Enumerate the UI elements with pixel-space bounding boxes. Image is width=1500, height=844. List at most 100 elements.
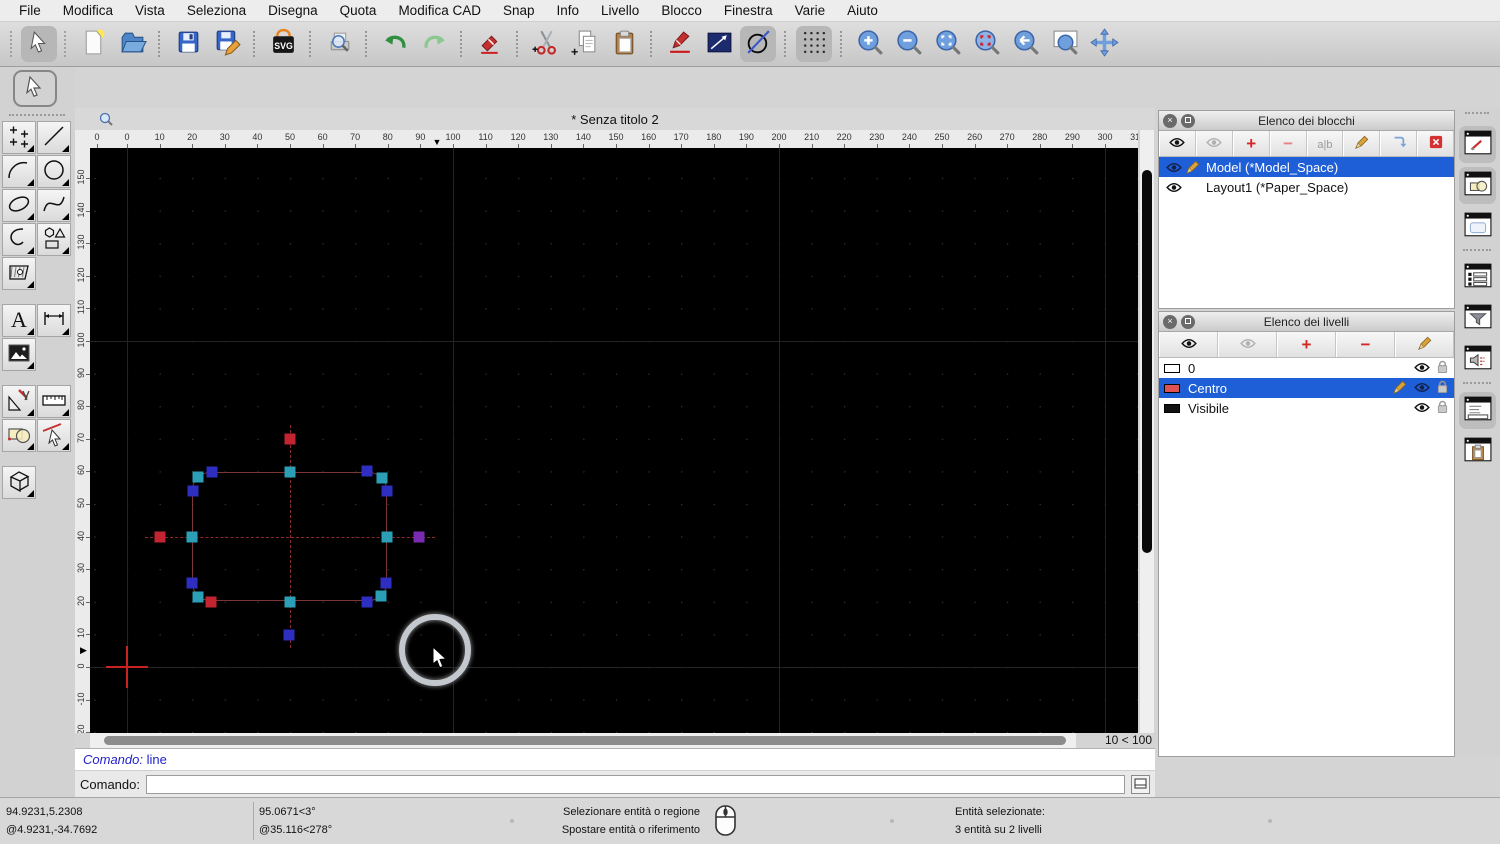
zoom-in-button[interactable]: [852, 26, 888, 62]
hatch-tool-button[interactable]: [2, 257, 36, 290]
layer-row[interactable]: Centro: [1159, 378, 1454, 398]
menu-vista[interactable]: Vista: [124, 3, 176, 18]
layers-eye-gray-button[interactable]: [1218, 332, 1277, 357]
grip-handle[interactable]: [187, 485, 199, 497]
layer-row[interactable]: Visibile: [1159, 398, 1454, 418]
detach-icon[interactable]: [1181, 315, 1195, 329]
draw-pencil-button[interactable]: [662, 26, 698, 62]
zoom-window-button[interactable]: [1047, 26, 1083, 62]
detach-icon[interactable]: [1181, 114, 1195, 128]
menu-modifica-cad[interactable]: Modifica CAD: [387, 3, 492, 18]
line-tool-button[interactable]: [37, 121, 71, 154]
eye-icon[interactable]: [1414, 361, 1430, 376]
undo-button[interactable]: [377, 26, 413, 62]
lock-icon[interactable]: [1437, 360, 1448, 377]
drawing-canvas[interactable]: [90, 148, 1138, 733]
eye-icon[interactable]: [1164, 162, 1183, 173]
horizontal-scrollbar-thumb[interactable]: [104, 736, 1066, 745]
copy-button[interactable]: [567, 26, 603, 62]
grip-handle[interactable]: [413, 531, 425, 543]
redo-button[interactable]: [416, 26, 452, 62]
edit-entity-tool-button[interactable]: [37, 419, 71, 452]
spline-tool-button[interactable]: [37, 189, 71, 222]
eye-icon[interactable]: [1414, 381, 1430, 396]
grip-handle[interactable]: [381, 531, 393, 543]
snap-grid-button[interactable]: [796, 26, 832, 62]
menu-quota[interactable]: Quota: [329, 3, 388, 18]
horizontal-scrollbar[interactable]: [90, 733, 1095, 748]
arc-tool-button[interactable]: [2, 155, 36, 188]
zoom-auto-button[interactable]: [930, 26, 966, 62]
dock-list-toggle-button[interactable]: [1459, 259, 1496, 296]
layers-pencil-button[interactable]: [1395, 332, 1454, 357]
dock-blocks-toggle-button[interactable]: [1459, 167, 1496, 204]
line-angle-button[interactable]: [701, 26, 737, 62]
toolbar-drag-handle[interactable]: [64, 31, 68, 57]
grip-handle[interactable]: [192, 471, 204, 483]
print-preview-button[interactable]: [321, 26, 357, 62]
dock-layers-toggle-button[interactable]: [1459, 126, 1496, 163]
grip-handle[interactable]: [186, 577, 198, 589]
blocks-eye-gray-button[interactable]: [1195, 131, 1233, 156]
grip-handle[interactable]: [283, 629, 295, 641]
blocks-eye-button[interactable]: [1159, 131, 1196, 156]
grip-handle[interactable]: [206, 466, 218, 478]
select-tool-button[interactable]: [13, 70, 57, 107]
blocks-minus-light-button[interactable]: −: [1269, 131, 1307, 156]
block-tool-button[interactable]: [2, 419, 36, 452]
menu-snap[interactable]: Snap: [492, 3, 546, 18]
select-arrow-button[interactable]: [21, 26, 57, 62]
eye-icon[interactable]: [1414, 401, 1430, 416]
grip-handle[interactable]: [192, 591, 204, 603]
blocks-plus-button[interactable]: +: [1232, 131, 1270, 156]
menu-modifica[interactable]: Modifica: [52, 3, 124, 18]
grip-handle[interactable]: [284, 596, 296, 608]
dock-command-toggle-button[interactable]: [1459, 392, 1496, 429]
toolbar-drag-handle[interactable]: [9, 114, 65, 116]
pencil-icon[interactable]: [1393, 380, 1407, 397]
menu-livello[interactable]: Livello: [590, 3, 650, 18]
svg-export-button[interactable]: SVG: [265, 26, 301, 62]
dock-sound-toggle-button[interactable]: [1459, 341, 1496, 378]
layers-minus-button[interactable]: −: [1336, 332, 1395, 357]
close-icon[interactable]: ×: [1163, 114, 1177, 128]
dock-library-toggle-button[interactable]: [1459, 208, 1496, 245]
grip-handle[interactable]: [186, 531, 198, 543]
blocks-arrow-blue-button[interactable]: [1380, 131, 1418, 156]
zoom-selection-button[interactable]: [969, 26, 1005, 62]
menu-info[interactable]: Info: [546, 3, 591, 18]
lock-icon[interactable]: [1437, 380, 1448, 397]
grip-handle[interactable]: [205, 596, 217, 608]
layer-row[interactable]: 0: [1159, 358, 1454, 378]
layers-plus-button[interactable]: +: [1277, 332, 1336, 357]
menu-seleziona[interactable]: Seleziona: [176, 3, 257, 18]
command-input[interactable]: [145, 774, 1125, 794]
grip-handle[interactable]: [380, 577, 392, 589]
block-row[interactable]: Layout1 (*Paper_Space): [1159, 177, 1454, 197]
block-row[interactable]: Model (*Model_Space): [1159, 157, 1454, 177]
grip-handle[interactable]: [376, 472, 388, 484]
zoom-previous-button[interactable]: [1008, 26, 1044, 62]
shapes-tool-button[interactable]: [37, 223, 71, 256]
vertical-scrollbar[interactable]: [1140, 130, 1154, 733]
menu-varie[interactable]: Varie: [784, 3, 837, 18]
grip-handle[interactable]: [361, 465, 373, 477]
document-icon[interactable]: [98, 111, 114, 127]
circle-tool-button[interactable]: [37, 155, 71, 188]
points-tool-button[interactable]: [2, 121, 36, 154]
grip-handle[interactable]: [381, 485, 393, 497]
toolbar-drag-handle[interactable]: [1465, 112, 1489, 114]
image-tool-button[interactable]: [2, 338, 36, 371]
grip-handle[interactable]: [361, 596, 373, 608]
blocks-x-red-button[interactable]: [1417, 131, 1454, 156]
menu-disegna[interactable]: Disegna: [257, 3, 329, 18]
layers-eye-button[interactable]: [1159, 332, 1218, 357]
polyline-tool-button[interactable]: [2, 223, 36, 256]
text-tool-button[interactable]: A: [2, 304, 36, 337]
box3d-tool-button[interactable]: [2, 466, 36, 499]
circle-line-button[interactable]: [740, 26, 776, 62]
command-options-button[interactable]: [1131, 774, 1150, 794]
save-button[interactable]: [170, 26, 206, 62]
grip-handle[interactable]: [375, 590, 387, 602]
save-as-button[interactable]: [209, 26, 245, 62]
